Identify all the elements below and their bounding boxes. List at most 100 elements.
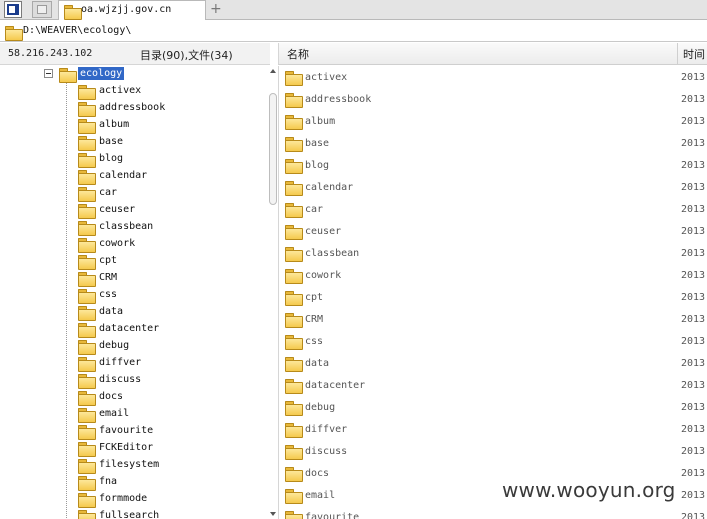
file-name: debug: [305, 402, 336, 413]
file-time: 2013: [681, 182, 706, 193]
tree-item-label: car: [99, 187, 118, 198]
tree-item-label: discuss: [99, 374, 142, 385]
file-row[interactable]: discuss 2013: [279, 440, 707, 462]
folder-icon: [78, 493, 96, 508]
file-row[interactable]: cpt 2013: [279, 286, 707, 308]
path-bar[interactable]: D:\WEAVER\ecology\: [0, 21, 707, 42]
collapse-toggle-icon[interactable]: [44, 69, 53, 78]
file-row[interactable]: datacenter 2013: [279, 374, 707, 396]
file-row[interactable]: blog 2013: [279, 154, 707, 176]
folder-icon: [285, 159, 303, 174]
file-time: 2013: [681, 138, 706, 149]
file-time: 2013: [681, 94, 706, 105]
tree-item-label: email: [99, 408, 130, 419]
current-path: D:\WEAVER\ecology\: [23, 25, 132, 36]
file-name: diffver: [305, 424, 348, 435]
file-row[interactable]: album 2013: [279, 110, 707, 132]
tree-item-label: datacenter: [99, 323, 160, 334]
file-row[interactable]: CRM 2013: [279, 308, 707, 330]
folder-icon: [78, 221, 96, 236]
list-header: 名称 时间: [278, 43, 707, 65]
file-row[interactable]: calendar 2013: [279, 176, 707, 198]
tree-item-label: cowork: [99, 238, 136, 249]
tab-site[interactable]: oa.wjzjj.gov.cn: [58, 0, 206, 20]
column-divider[interactable]: [677, 43, 678, 65]
tree-item-label: FCKEditor: [99, 442, 154, 453]
tree-item-label: docs: [99, 391, 124, 402]
tree-item-label: activex: [99, 85, 142, 96]
scroll-down-arrow-icon[interactable]: [270, 512, 276, 516]
panel-toggle-button[interactable]: [4, 1, 22, 18]
folder-icon: [78, 459, 96, 474]
file-time: 2013: [681, 72, 706, 83]
file-name: email: [305, 490, 336, 501]
new-tab-button[interactable]: +: [210, 1, 224, 17]
tree-item-label: diffver: [99, 357, 142, 368]
window-icon: [37, 5, 47, 14]
file-row[interactable]: favourite 2013: [279, 506, 707, 519]
file-name: blog: [305, 160, 330, 171]
tree-item-label: css: [99, 289, 118, 300]
file-time: 2013: [681, 314, 706, 325]
folder-icon: [285, 401, 303, 416]
folder-icon: [285, 335, 303, 350]
folder-icon: [285, 489, 303, 504]
info-row: 58.216.243.102 目录(90),文件(34): [0, 43, 270, 65]
tree-item-label: fullsearch: [99, 510, 160, 519]
folder-icon: [285, 203, 303, 218]
file-row[interactable]: activex 2013: [279, 66, 707, 88]
tree-item-label: addressbook: [99, 102, 166, 113]
tree-item-label: formmode: [99, 493, 148, 504]
file-time: 2013: [681, 490, 706, 501]
file-row[interactable]: css 2013: [279, 330, 707, 352]
folder-icon: [64, 5, 82, 20]
folder-icon: [78, 408, 96, 423]
file-row[interactable]: base 2013: [279, 132, 707, 154]
tree-item-label: filesystem: [99, 459, 160, 470]
file-name: cowork: [305, 270, 342, 281]
file-row[interactable]: diffver 2013: [279, 418, 707, 440]
folder-icon: [285, 93, 303, 108]
file-row[interactable]: addressbook 2013: [279, 88, 707, 110]
file-row[interactable]: cowork 2013: [279, 264, 707, 286]
file-name: album: [305, 116, 336, 127]
folder-icon: [78, 476, 96, 491]
scroll-up-arrow-icon[interactable]: [270, 69, 276, 73]
tree-root-label: ecology: [78, 67, 125, 80]
column-name-header[interactable]: 名称: [287, 46, 309, 62]
panel-icon: [7, 4, 19, 15]
folder-icon: [285, 357, 303, 372]
scroll-thumb[interactable]: [269, 93, 277, 205]
folder-icon: [285, 445, 303, 460]
server-ip: 58.216.243.102: [8, 48, 93, 59]
tree-scrollbar[interactable]: [268, 66, 278, 519]
folder-icon: [78, 170, 96, 185]
file-name: docs: [305, 468, 330, 479]
folder-icon: [78, 187, 96, 202]
tree-item-label: ceuser: [99, 204, 136, 215]
folder-icon: [78, 238, 96, 253]
file-time: 2013: [681, 468, 706, 479]
file-row[interactable]: ceuser 2013: [279, 220, 707, 242]
tab-title: oa.wjzjj.gov.cn: [81, 4, 172, 15]
file-row[interactable]: car 2013: [279, 198, 707, 220]
column-time-header[interactable]: 时间: [683, 46, 705, 62]
folder-icon: [78, 425, 96, 440]
file-row[interactable]: classbean 2013: [279, 242, 707, 264]
file-time: 2013: [681, 512, 706, 519]
folder-icon: [285, 181, 303, 196]
file-name: discuss: [305, 446, 348, 457]
file-name: ceuser: [305, 226, 342, 237]
folder-icon: [78, 306, 96, 321]
folder-icon: [78, 255, 96, 270]
file-time: 2013: [681, 336, 706, 347]
window-button[interactable]: [32, 1, 52, 18]
file-row[interactable]: data 2013: [279, 352, 707, 374]
folder-icon: [78, 340, 96, 355]
folder-icon: [78, 153, 96, 168]
file-row[interactable]: debug 2013: [279, 396, 707, 418]
file-time: 2013: [681, 402, 706, 413]
folder-icon: [78, 136, 96, 151]
folder-icon: [78, 510, 96, 519]
folder-icon: [285, 379, 303, 394]
